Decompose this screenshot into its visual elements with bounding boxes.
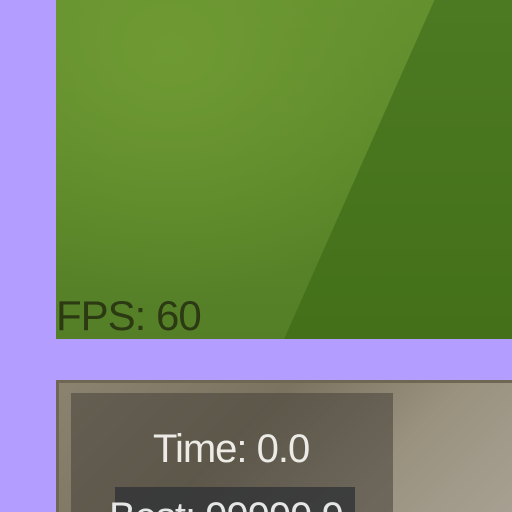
fps-counter: FPS: 60: [56, 292, 202, 339]
game-viewport[interactable]: FPS: 60: [56, 0, 512, 339]
best-score-label: Best: 99999.9: [109, 497, 344, 512]
score-panel: Time: 0.0 Best: 99999.9: [56, 380, 512, 512]
time-label: Time: 0.0: [153, 427, 310, 471]
